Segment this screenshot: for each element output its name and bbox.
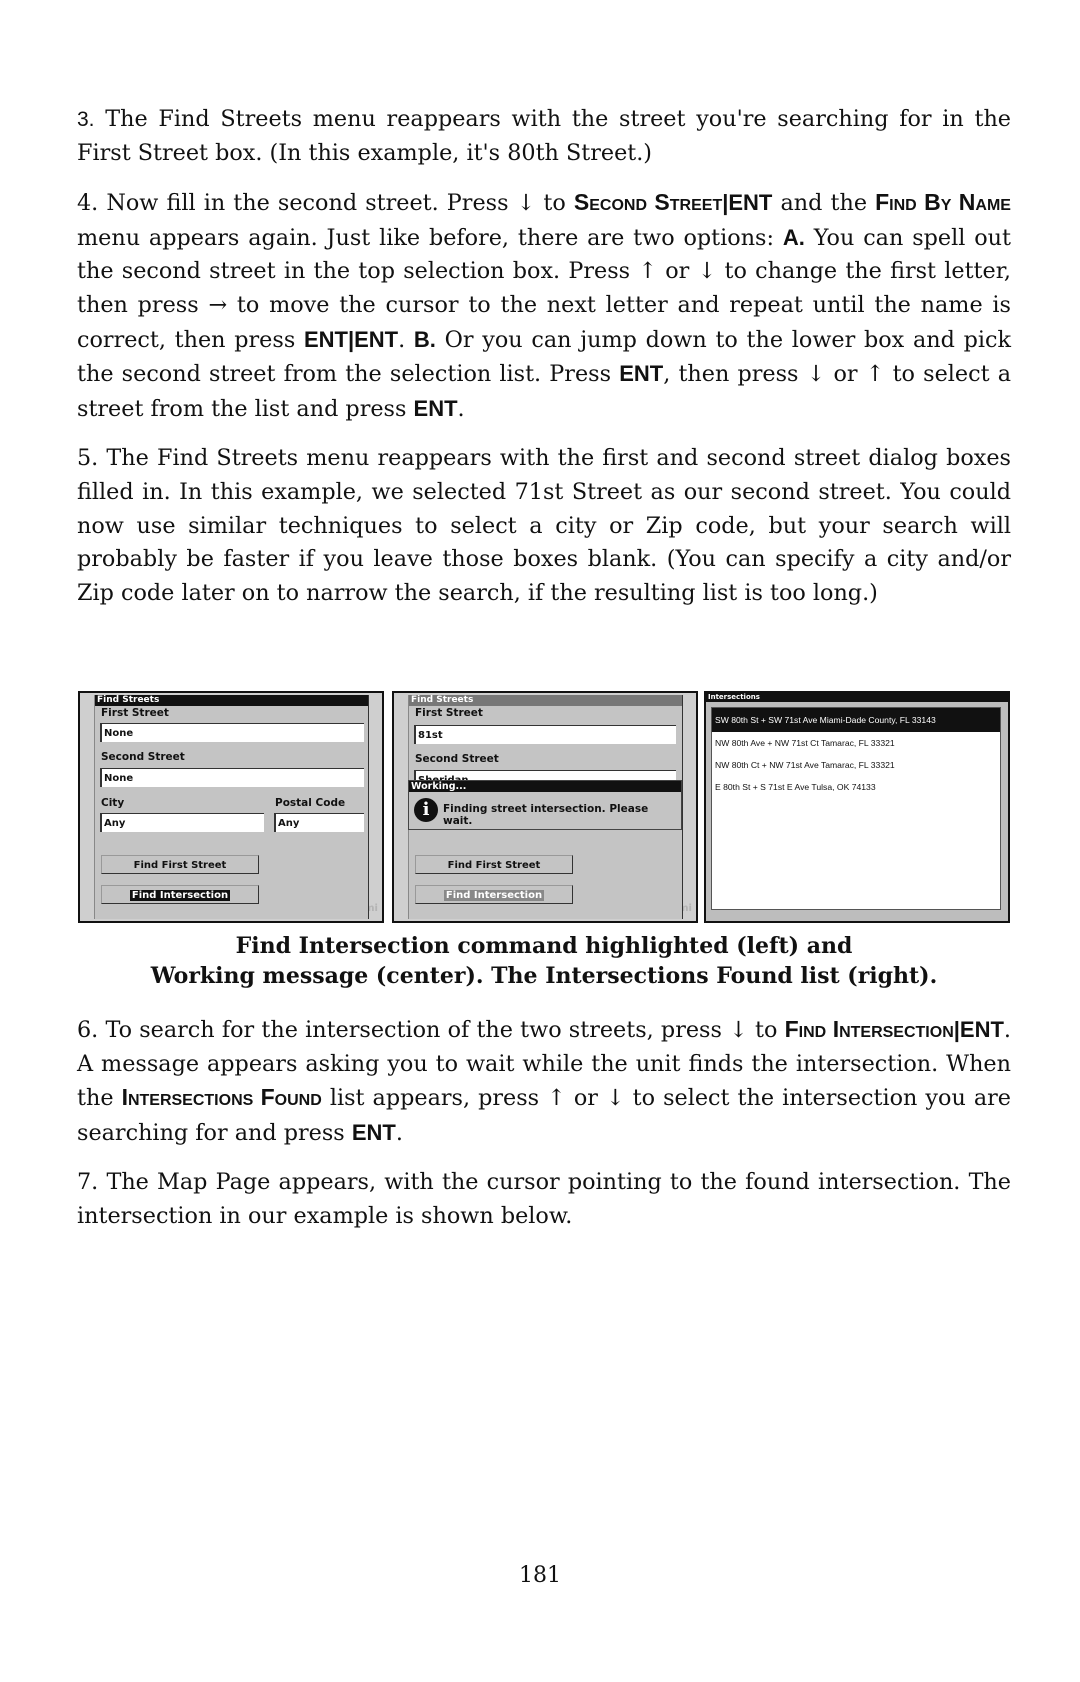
find-streets-screen-left: Find Address... Auto Zoom Map Categories… xyxy=(78,691,384,923)
text-run: 5. The Find Streets menu reappears with … xyxy=(77,445,1011,606)
first-street-field[interactable]: None xyxy=(100,723,364,742)
key-command: ENT|ENT xyxy=(303,326,399,352)
first-street-label: First Street xyxy=(415,707,483,719)
key-command: Second Street xyxy=(573,189,723,216)
working-title: Working... xyxy=(409,781,681,792)
caption-line-1: Find Intersection command highlighted (l… xyxy=(235,933,853,959)
paragraph: 5. The Find Streets menu reappears with … xyxy=(77,442,1011,610)
first-street-field[interactable]: 81st xyxy=(414,725,676,744)
dialog-title: Find Streets xyxy=(95,695,368,706)
second-street-label: Second Street xyxy=(101,751,185,763)
body-text-top: 3. The Find Streets menu reappears with … xyxy=(77,103,1011,626)
find-first-street-button[interactable]: Find First Street xyxy=(101,855,259,874)
page-number: 181 xyxy=(519,1563,561,1588)
button-label: Find First Street xyxy=(447,860,541,871)
button-label: Find Intersection xyxy=(443,890,545,901)
paragraph: 3. The Find Streets menu reappears with … xyxy=(77,103,1011,170)
working-dialog: Working... i Finding street intersection… xyxy=(408,780,682,830)
key-command: ENT xyxy=(619,361,664,387)
find-intersection-button[interactable]: Find Intersection xyxy=(101,885,259,904)
intersections-found-screen: Intersections SW 80th St + SW 71st Ave M… xyxy=(704,691,1010,923)
screenshot-row: Find Address... Auto Zoom Map Categories… xyxy=(78,691,1010,923)
key-command: |ENT xyxy=(722,190,773,216)
text-run: 7. The Map Page appears, with the cursor… xyxy=(77,1169,1011,1229)
find-streets-dialog: Find Streets First Street None Second St… xyxy=(94,695,369,919)
info-icon: i xyxy=(414,798,438,822)
text-run: and the xyxy=(772,190,876,217)
paragraph: 6. To search for the intersection of the… xyxy=(77,1013,1011,1150)
key-command: ENT xyxy=(351,1119,396,1145)
intersection-list-item[interactable]: NW 80th Ct + NW 71st Ave Tamarac, FL 333… xyxy=(712,754,1000,776)
intersection-list-item[interactable]: NW 80th Ave + NW 71st Ct Tamarac, FL 333… xyxy=(712,732,1000,754)
key-command: Intersections Found xyxy=(121,1084,322,1111)
postal-code-field[interactable]: Any xyxy=(274,813,364,832)
caption-line-2: Working message (center). The Intersecti… xyxy=(150,963,938,989)
key-command: B. xyxy=(413,326,436,352)
find-intersection-button[interactable]: Find Intersection xyxy=(415,885,573,904)
city-label: City xyxy=(101,797,125,809)
postal-code-label: Postal Code xyxy=(275,797,346,809)
text-run: The Find Streets menu reappears with the… xyxy=(77,106,1011,166)
text-run: . xyxy=(457,395,465,422)
key-command: Find Intersection xyxy=(784,1016,954,1042)
key-command: 3. xyxy=(77,108,95,131)
intersection-list-item[interactable]: SW 80th St + SW 71st Ave Miami-Dade Coun… xyxy=(712,708,1000,732)
intersection-list-item[interactable]: E 80th St + S 71st E Ave Tulsa, OK 74133 xyxy=(712,776,1000,798)
text-run: . xyxy=(398,326,414,353)
button-label: Find First Street xyxy=(133,860,227,871)
text-run: menu appears again. Just like before, th… xyxy=(77,224,783,251)
text-run: 4. Now fill in the second street. Press … xyxy=(77,190,574,217)
paragraph: 7. The Map Page appears, with the cursor… xyxy=(77,1166,1011,1233)
key-command: Find By Name xyxy=(875,189,1011,216)
body-text-bottom: 6. To search for the intersection of the… xyxy=(77,1013,1011,1250)
text-run: 6. To search for the intersection of the… xyxy=(77,1017,785,1043)
second-street-field[interactable]: None xyxy=(100,768,364,787)
working-message: Finding street intersection. Please wait… xyxy=(443,803,649,827)
dialog-title: Find Streets xyxy=(409,695,682,706)
first-street-label: First Street xyxy=(101,707,169,719)
find-first-street-button[interactable]: Find First Street xyxy=(415,855,573,874)
find-streets-screen-center: Find Address... Map Categories Drawn... … xyxy=(392,691,698,923)
key-command: A. xyxy=(782,224,805,250)
paragraph: 4. Now fill in the second street. Press … xyxy=(77,186,1011,426)
second-street-label: Second Street xyxy=(415,753,499,765)
figure-caption: Find Intersection command highlighted (l… xyxy=(77,931,1011,991)
key-command: |ENT xyxy=(953,1017,1004,1042)
text-run: . xyxy=(395,1119,403,1146)
intersections-list: SW 80th St + SW 71st Ave Miami-Dade Coun… xyxy=(711,707,1001,910)
list-title: Intersections xyxy=(706,693,1008,702)
button-label: Find Intersection xyxy=(129,890,231,901)
city-field[interactable]: Any xyxy=(100,813,264,832)
key-command: ENT xyxy=(413,395,458,421)
